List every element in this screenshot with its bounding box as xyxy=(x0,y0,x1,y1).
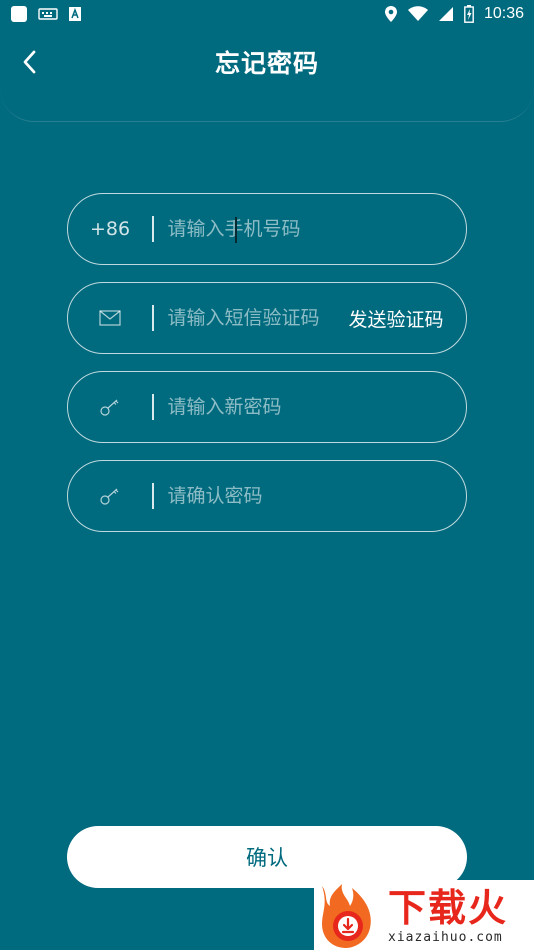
key-icon-wrap xyxy=(68,486,152,506)
sms-code-field[interactable]: 发送验证码 xyxy=(67,282,467,354)
key-icon-wrap xyxy=(68,397,152,417)
key-icon xyxy=(100,488,119,505)
status-left-icons xyxy=(10,5,82,23)
send-code-button[interactable]: 发送验证码 xyxy=(338,305,466,332)
status-right-icons: 10:36 xyxy=(384,5,524,23)
watermark-subtitle: xiazaihuo.com xyxy=(388,929,503,945)
phone-input[interactable] xyxy=(153,194,466,264)
keyboard-icon xyxy=(38,8,58,20)
confirm-password-input[interactable] xyxy=(153,461,466,531)
header: 忘记密码 xyxy=(0,28,534,122)
text-caret xyxy=(235,217,237,243)
battery-icon xyxy=(464,5,474,23)
page-title: 忘记密码 xyxy=(214,49,319,78)
sms-icon-wrap xyxy=(68,310,152,326)
fire-logo-icon xyxy=(314,880,384,950)
status-time: 10:36 xyxy=(483,5,524,22)
font-a-icon xyxy=(69,7,81,21)
confirm-button[interactable]: 确认 xyxy=(67,826,467,888)
new-password-field[interactable] xyxy=(67,371,467,443)
location-icon xyxy=(384,6,397,22)
watermark: 下载火 xiazaihuo.com xyxy=(314,880,534,950)
key-icon xyxy=(100,399,119,416)
app-notification-icon xyxy=(11,6,27,22)
watermark-title: 下载火 xyxy=(388,885,509,930)
signal-icon xyxy=(438,7,453,21)
envelope-icon xyxy=(99,310,121,326)
country-code[interactable]: +86 xyxy=(68,218,152,240)
confirm-password-field[interactable] xyxy=(67,460,467,532)
status-bar: 10:36 xyxy=(0,0,534,28)
sms-code-input[interactable] xyxy=(153,283,338,353)
watermark-text: 下载火 xiazaihuo.com xyxy=(384,886,508,945)
phone-field[interactable]: +86 xyxy=(67,193,467,265)
wifi-icon xyxy=(407,6,428,21)
new-password-input[interactable] xyxy=(153,372,466,442)
